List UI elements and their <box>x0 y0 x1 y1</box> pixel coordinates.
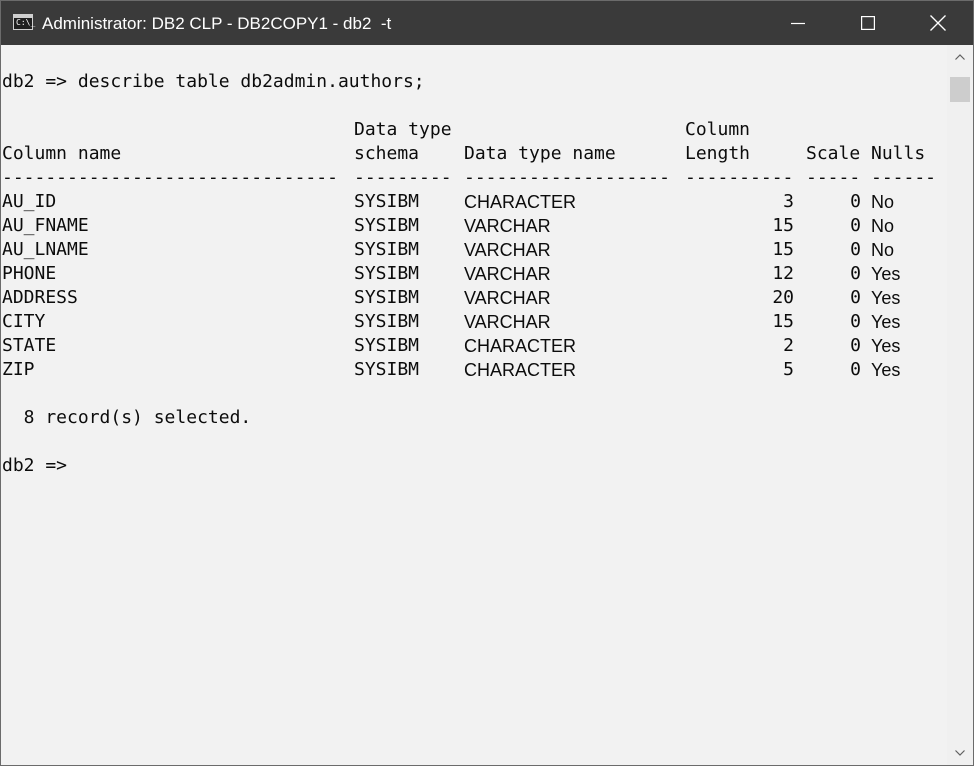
minimize-button[interactable] <box>775 1 821 45</box>
header-length-top: Column <box>685 119 751 140</box>
row-scale: 0 <box>850 263 861 284</box>
row-length: 12 <box>772 263 794 284</box>
row-length: 20 <box>772 287 794 308</box>
row-schema: SYSIBM <box>354 215 420 236</box>
row-scale: 0 <box>850 359 861 380</box>
row-length: 15 <box>772 239 794 260</box>
row-schema: SYSIBM <box>354 287 420 308</box>
vertical-scrollbar[interactable] <box>947 45 973 765</box>
separator-column-name: ------------------------------- <box>2 167 338 188</box>
window-title: Administrator: DB2 CLP - DB2COPY1 - db2 … <box>42 14 392 33</box>
row-schema: SYSIBM <box>354 263 420 284</box>
row-column-name: STATE <box>2 335 57 356</box>
row-type-name: CHARACTER <box>464 192 577 212</box>
header-scale: Scale <box>806 143 861 164</box>
row-column-name: CITY <box>2 311 46 332</box>
separator-type-name: ------------------- <box>464 167 670 188</box>
row-type-name: VARCHAR <box>464 240 551 260</box>
row-nulls: No <box>871 192 895 212</box>
command-line: db2 => describe table db2admin.authors; <box>2 71 425 92</box>
row-type-name: VARCHAR <box>464 216 551 236</box>
result-message: 8 record(s) selected. <box>2 407 252 428</box>
row-nulls: Yes <box>871 264 901 284</box>
header-schema-top: Data type <box>354 119 452 140</box>
maximize-icon <box>861 16 875 30</box>
row-length: 3 <box>783 191 794 212</box>
row-column-name: AU_ID <box>2 191 57 212</box>
console-output[interactable]: db2 => describe table db2admin.authors; … <box>1 45 947 765</box>
separator-nulls: ------ <box>871 167 937 188</box>
row-scale: 0 <box>850 215 861 236</box>
scrollbar-thumb[interactable] <box>950 77 970 102</box>
row-scale: 0 <box>850 239 861 260</box>
header-schema: schema <box>354 143 420 164</box>
minimize-icon <box>791 22 805 25</box>
row-column-name: ADDRESS <box>2 287 78 308</box>
row-column-name: PHONE <box>2 263 57 284</box>
close-icon <box>930 15 946 31</box>
separator-schema: --------- <box>354 167 452 188</box>
separator-scale: ----- <box>806 167 861 188</box>
row-scale: 0 <box>850 311 861 332</box>
row-nulls: Yes <box>871 288 901 308</box>
row-length: 5 <box>783 359 794 380</box>
row-nulls: No <box>871 240 895 260</box>
header-type-name: Data type name <box>464 143 616 164</box>
row-scale: 0 <box>850 335 861 356</box>
row-schema: SYSIBM <box>354 311 420 332</box>
console-app-icon-label: C:\_ <box>16 18 36 27</box>
row-nulls: No <box>871 216 895 236</box>
console-window: C:\_ Administrator: DB2 CLP - DB2COPY1 -… <box>0 0 974 766</box>
chevron-down-icon <box>955 750 965 756</box>
command-prompt[interactable]: db2 => <box>2 454 67 478</box>
header-nulls: Nulls <box>871 143 926 164</box>
row-type-name: VARCHAR <box>464 312 551 332</box>
row-column-name: ZIP <box>2 359 35 380</box>
row-scale: 0 <box>850 191 861 212</box>
maximize-button[interactable] <box>845 1 891 45</box>
row-scale: 0 <box>850 287 861 308</box>
row-type-name: CHARACTER <box>464 336 577 356</box>
row-length: 2 <box>783 335 794 356</box>
row-nulls: Yes <box>871 336 901 356</box>
row-schema: SYSIBM <box>354 359 420 380</box>
row-nulls: Yes <box>871 360 901 380</box>
separator-length: ---------- <box>685 167 794 188</box>
row-schema: SYSIBM <box>354 239 420 260</box>
row-length: 15 <box>772 311 794 332</box>
row-type-name: CHARACTER <box>464 360 577 380</box>
row-length: 15 <box>772 215 794 236</box>
row-type-name: VARCHAR <box>464 288 551 308</box>
row-column-name: AU_LNAME <box>2 239 89 260</box>
title-bar[interactable]: C:\_ Administrator: DB2 CLP - DB2COPY1 -… <box>1 1 973 45</box>
scroll-up-button[interactable] <box>947 45 973 69</box>
header-column-name: Column name <box>2 143 122 164</box>
chevron-up-icon <box>955 54 965 60</box>
row-schema: SYSIBM <box>354 335 420 356</box>
row-column-name: AU_FNAME <box>2 215 89 236</box>
row-type-name: VARCHAR <box>464 264 551 284</box>
row-nulls: Yes <box>871 312 901 332</box>
header-length: Length <box>685 143 751 164</box>
close-button[interactable] <box>915 1 961 45</box>
row-schema: SYSIBM <box>354 191 420 212</box>
console-app-icon[interactable]: C:\_ <box>13 14 36 30</box>
scroll-down-button[interactable] <box>947 741 973 765</box>
